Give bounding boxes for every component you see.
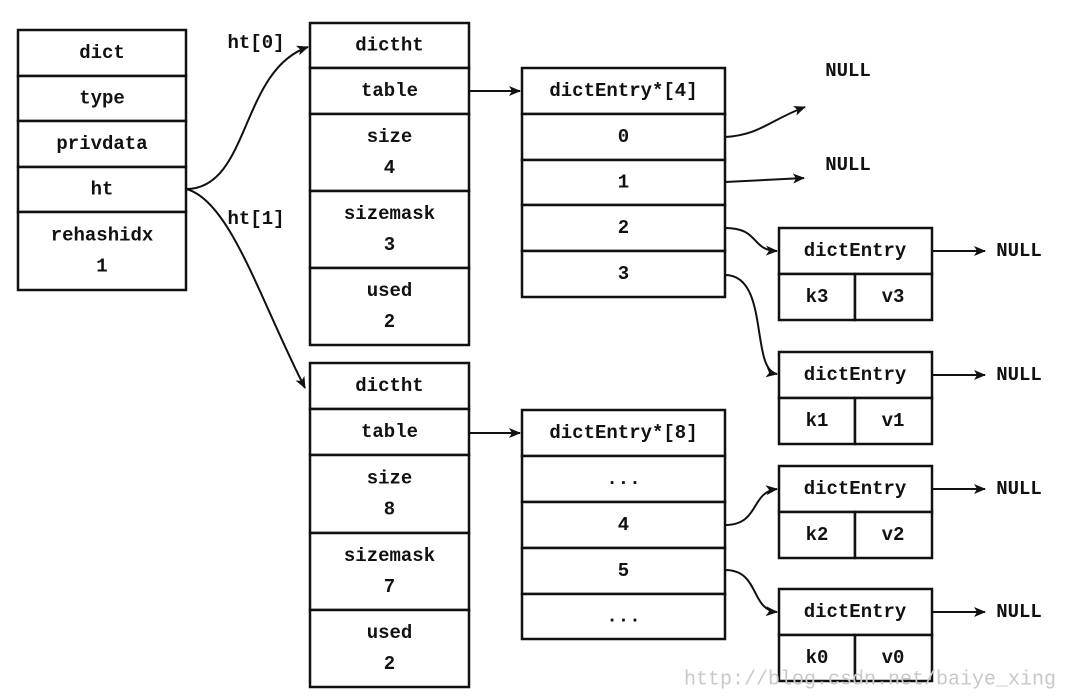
dictht-1: dictht table size 8 sizemask 7 used 2	[308, 361, 471, 689]
field-label: ht	[91, 179, 114, 201]
watermark: http://blog.csdn.net/baiye_xing	[684, 669, 1056, 692]
field-label: size	[367, 126, 413, 148]
field-label: dictht	[355, 35, 423, 57]
dictht-1-row: table	[308, 407, 471, 457]
table-0: dictEntry*[4] 0 1 2 3	[520, 66, 727, 299]
null-label: NULL	[996, 240, 1042, 262]
table-1-row: ...	[520, 454, 727, 504]
field-label: used	[367, 622, 413, 644]
table-1-row: ...	[520, 592, 727, 641]
table-1: dictEntry*[8]... 4 5...	[520, 408, 727, 641]
field-label: 1	[618, 172, 629, 194]
dict-struct: dict type privdata ht rehashidx 1	[16, 28, 188, 292]
bucket4-entry-arrow	[724, 485, 778, 526]
null-label: NULL	[996, 478, 1042, 500]
bucket5-entry-arrow	[724, 569, 778, 617]
field-label: dictht	[355, 375, 423, 397]
ht0-pointer-arrow	[185, 45, 309, 190]
field-label: used	[367, 280, 413, 302]
null-label: NULL	[825, 154, 871, 176]
dict-entry: dictEntry k1 v1 NULL	[777, 350, 1042, 446]
table-0-row: dictEntry*[4]	[520, 66, 727, 116]
dict-entry: dictEntry k2 v2 NULL	[777, 464, 1042, 560]
dictht-1-row: size 8	[308, 453, 471, 535]
field-label: type	[79, 88, 125, 110]
dictht-1-row: dictht	[308, 361, 471, 411]
bucket3-entry-arrow	[724, 274, 778, 378]
entry-key: k3	[806, 286, 829, 308]
field-value: 8	[384, 499, 395, 521]
dictht-0-row: sizemask 3	[308, 189, 471, 270]
entry-title: dictEntry	[804, 478, 907, 500]
dictht-1-row: sizemask 7	[308, 531, 471, 612]
field-value: 1	[96, 256, 107, 278]
field-label: 0	[618, 126, 629, 148]
table-0-row: 0	[520, 112, 727, 162]
entry-value: v3	[882, 286, 905, 308]
table-0-row: 3	[520, 249, 727, 299]
field-label: ...	[606, 468, 640, 490]
field-label: rehashidx	[51, 224, 154, 246]
field-label: size	[367, 467, 413, 489]
field-label: 4	[618, 514, 629, 536]
field-label: sizemask	[344, 545, 435, 567]
table-1-row: dictEntry*[8]	[520, 408, 727, 458]
field-label: dictEntry*[8]	[549, 422, 697, 444]
entry-value: v2	[882, 524, 905, 546]
dict-struct-row: privdata	[16, 119, 188, 169]
field-label: 3	[618, 263, 629, 285]
field-label: dict	[79, 42, 125, 64]
entry-title: dictEntry	[804, 601, 907, 623]
field-value: 7	[384, 576, 395, 598]
ht1-label: ht[1]	[227, 208, 284, 230]
redis-dict-diagram: dict type privdata ht rehashidx 1 dictht table s…	[16, 21, 1056, 692]
table-1-row: 5	[520, 546, 727, 596]
entry-key: k2	[806, 524, 829, 546]
dict-struct-row: dict	[16, 28, 188, 78]
dict-struct-row: rehashidx 1	[16, 210, 188, 292]
null-label: NULL	[996, 601, 1042, 623]
entry-title: dictEntry	[804, 364, 907, 386]
table-0-row: 2	[520, 203, 727, 253]
dictht-0: dictht table size 4 sizemask 3 used 2	[308, 21, 471, 347]
entry-value: v0	[882, 647, 905, 669]
table-0-row: 1	[520, 158, 727, 207]
null-label: NULL	[996, 364, 1042, 386]
dict-entry: dictEntry k3 v3 NULL	[777, 226, 1042, 322]
entry-title: dictEntry	[804, 240, 907, 262]
bucket0-null-arrow	[724, 106, 806, 138]
field-label: ...	[606, 606, 640, 628]
field-label: 5	[618, 560, 629, 582]
field-label: 2	[618, 217, 629, 239]
dictht-1-row: used 2	[308, 608, 471, 689]
dict-entry: dictEntry k0 v0 NULL	[777, 587, 1042, 683]
field-label: dictEntry*[4]	[549, 80, 697, 102]
bucket1-null-arrow	[724, 173, 805, 184]
entry-key: k1	[806, 410, 829, 432]
dict-struct-row: type	[16, 74, 188, 123]
field-value: 3	[384, 234, 395, 256]
entry-value: v1	[882, 410, 905, 432]
field-label: table	[361, 421, 418, 443]
bucket2-entry-arrow	[724, 227, 778, 256]
field-label: table	[361, 80, 418, 102]
dictht-0-row: size 4	[308, 112, 471, 193]
dictht-0-row: table	[308, 66, 471, 116]
dict-struct-row: ht	[16, 165, 188, 214]
field-label: privdata	[56, 133, 147, 155]
dictht-0-row: used 2	[308, 266, 471, 347]
dictht-0-row: dictht	[308, 21, 471, 70]
null-label: NULL	[825, 60, 871, 82]
ht0-label: ht[0]	[227, 32, 284, 54]
field-label: sizemask	[344, 203, 435, 225]
table-1-row: 4	[520, 500, 727, 550]
entry-key: k0	[806, 647, 829, 669]
field-value: 4	[384, 157, 395, 179]
field-value: 2	[384, 653, 395, 675]
field-value: 2	[384, 311, 395, 333]
